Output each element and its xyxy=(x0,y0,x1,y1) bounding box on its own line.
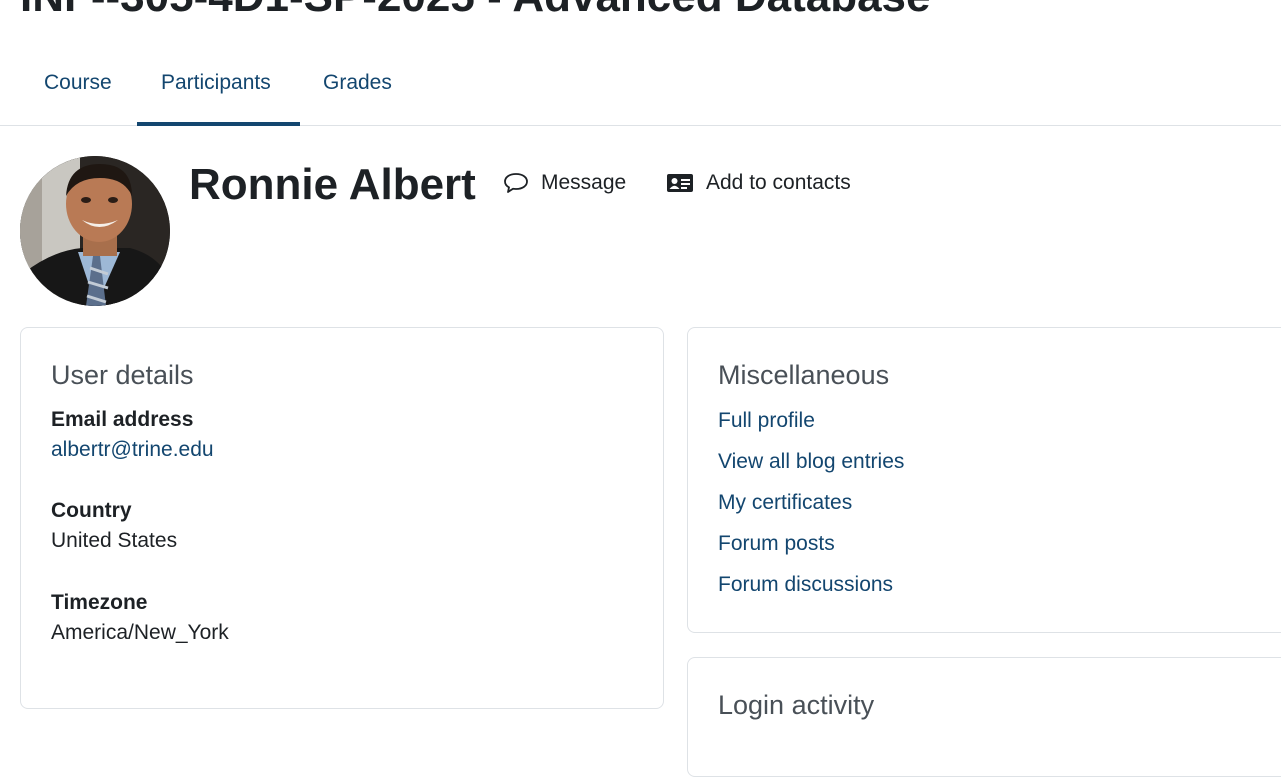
country-field: Country United States xyxy=(51,499,177,553)
secondary-navigation: Course Participants Grades xyxy=(0,40,1281,126)
tab-course[interactable]: Course xyxy=(44,40,137,125)
course-title: INF--305-4D1-SP-2025 - Advanced Database xyxy=(20,0,931,22)
miscellaneous-links: Full profile View all blog entries My ce… xyxy=(718,406,904,611)
certificates-link[interactable]: My certificates xyxy=(718,488,904,529)
timezone-value: America/New_York xyxy=(51,621,229,644)
timezone-label: Timezone xyxy=(51,591,148,614)
tab-participants[interactable]: Participants xyxy=(137,40,300,126)
country-label: Country xyxy=(51,499,132,522)
message-label: Message xyxy=(541,171,627,194)
login-activity-card: Login activity xyxy=(687,657,1281,777)
user-details-title: User details xyxy=(51,360,194,390)
full-profile-link[interactable]: Full profile xyxy=(718,406,904,447)
country-value: United States xyxy=(51,529,178,552)
address-card-icon xyxy=(667,174,693,192)
email-link[interactable]: albertr@trine.edu xyxy=(51,438,214,462)
tab-grades[interactable]: Grades xyxy=(300,40,392,125)
profile-photo xyxy=(20,156,170,306)
add-to-contacts-label: Add to contacts xyxy=(706,171,851,194)
login-activity-title: Login activity xyxy=(718,690,875,720)
miscellaneous-card: Miscellaneous Full profile View all blog… xyxy=(687,327,1281,633)
email-label: Email address xyxy=(51,408,194,431)
add-to-contacts-link[interactable]: Add to contacts xyxy=(666,168,851,198)
speech-bubble-icon xyxy=(504,173,528,193)
forum-posts-link[interactable]: Forum posts xyxy=(718,529,904,570)
timezone-field: Timezone America/New_York xyxy=(51,591,229,645)
email-field: Email address albertr@trine.edu xyxy=(51,408,214,462)
forum-discussions-link[interactable]: Forum discussions xyxy=(718,570,904,611)
message-link[interactable]: Message xyxy=(503,168,626,198)
miscellaneous-title: Miscellaneous xyxy=(718,360,890,390)
avatar xyxy=(20,156,170,306)
blog-entries-link[interactable]: View all blog entries xyxy=(718,447,904,488)
profile-name: Ronnie Albert xyxy=(189,160,476,209)
user-details-card: User details Email address albertr@trine… xyxy=(20,327,664,709)
